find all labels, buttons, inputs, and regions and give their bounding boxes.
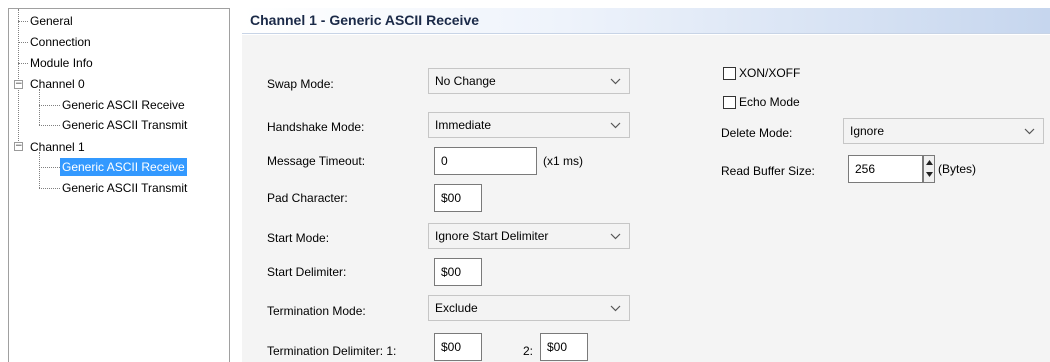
- termination-mode-select[interactable]: Exclude: [428, 295, 630, 321]
- collapse-icon[interactable]: −: [14, 80, 23, 89]
- termination-delimiter-2-label: 2:: [523, 344, 534, 358]
- chevron-down-icon: [609, 224, 621, 248]
- tree-connector: [39, 152, 40, 188]
- start-delimiter-value: $00: [441, 265, 462, 279]
- triangle-down-icon: [926, 172, 933, 177]
- tree-item-ch0-generic-ascii-receive[interactable]: Generic ASCII Receive: [60, 96, 187, 114]
- delete-mode-select[interactable]: Ignore: [843, 118, 1044, 144]
- tree-connector: [39, 105, 60, 106]
- chevron-down-icon: [609, 113, 621, 137]
- spin-up-button[interactable]: [924, 156, 934, 169]
- read-buffer-size-unit: (Bytes): [938, 162, 977, 176]
- termination-delimiter-2-value: $00: [547, 340, 568, 354]
- echo-mode-checkbox[interactable]: [723, 96, 736, 109]
- chevron-down-icon: [609, 69, 621, 93]
- page-header: Channel 1 - Generic ASCII Receive: [242, 8, 1050, 34]
- delete-mode-value: Ignore: [850, 124, 885, 138]
- termination-delimiter-1-value: $00: [441, 340, 462, 354]
- message-timeout-input[interactable]: 0: [434, 147, 537, 175]
- swap-mode-label: Swap Mode:: [267, 77, 334, 91]
- tree-connector: [18, 63, 28, 64]
- handshake-mode-label: Handshake Mode:: [267, 120, 365, 134]
- tree-connector: [39, 188, 60, 189]
- termination-delimiter-2-input[interactable]: $00: [540, 333, 588, 361]
- tree-item-channel-1[interactable]: Channel 1: [28, 138, 87, 156]
- tree-item-ch0-generic-ascii-transmit[interactable]: Generic ASCII Transmit: [60, 116, 189, 134]
- termination-delimiter-1-input[interactable]: $00: [434, 333, 482, 361]
- handshake-mode-select[interactable]: Immediate: [428, 112, 630, 138]
- collapse-icon[interactable]: −: [14, 142, 23, 151]
- read-buffer-size-label: Read Buffer Size:: [721, 164, 815, 178]
- read-buffer-size-value: 256: [855, 162, 876, 176]
- message-timeout-unit: (x1 ms): [543, 154, 583, 168]
- delete-mode-label: Delete Mode:: [721, 126, 793, 140]
- swap-mode-value: No Change: [435, 74, 496, 88]
- start-mode-select[interactable]: Ignore Start Delimiter: [428, 223, 630, 249]
- pad-character-input[interactable]: $00: [434, 184, 482, 212]
- read-buffer-size-spinner[interactable]: [923, 155, 935, 183]
- swap-mode-select[interactable]: No Change: [428, 68, 630, 94]
- tree-item-module-info[interactable]: Module Info: [28, 54, 95, 72]
- tree-item-ch1-generic-ascii-transmit[interactable]: Generic ASCII Transmit: [60, 179, 189, 197]
- chevron-down-icon: [1023, 119, 1035, 143]
- tree-connector: [39, 125, 60, 126]
- tree-connector: [18, 42, 28, 43]
- tree-connector: [39, 89, 40, 125]
- settings-panel: Swap Mode: No Change Handshake Mode: Imm…: [242, 35, 1050, 362]
- xon-xoff-label[interactable]: XON/XOFF: [739, 66, 800, 80]
- module-tree[interactable]: − − General Connection Module Info Chann…: [8, 8, 230, 362]
- start-mode-label: Start Mode:: [267, 231, 330, 245]
- echo-mode-label[interactable]: Echo Mode: [739, 95, 800, 109]
- termination-mode-label: Termination Mode:: [267, 304, 366, 318]
- xon-xoff-checkbox[interactable]: [723, 67, 736, 80]
- termination-delimiter-label: Termination Delimiter: 1:: [267, 344, 397, 358]
- message-timeout-label: Message Timeout:: [267, 154, 366, 168]
- termination-mode-value: Exclude: [435, 301, 478, 315]
- tree-item-general[interactable]: General: [28, 12, 75, 30]
- tree-connector: [39, 167, 60, 168]
- tree-connector: [18, 21, 28, 22]
- start-delimiter-input[interactable]: $00: [434, 258, 482, 286]
- tree-item-channel-0[interactable]: Channel 0: [28, 75, 87, 93]
- message-timeout-value: 0: [441, 154, 448, 168]
- start-delimiter-label: Start Delimiter:: [267, 265, 347, 279]
- tree-connector: [18, 9, 19, 143]
- start-mode-value: Ignore Start Delimiter: [435, 229, 549, 243]
- tree-item-connection[interactable]: Connection: [28, 33, 93, 51]
- pad-character-label: Pad Character:: [267, 191, 348, 205]
- pad-character-value: $00: [441, 191, 462, 205]
- triangle-up-icon: [926, 160, 933, 165]
- tree-item-ch1-generic-ascii-receive[interactable]: Generic ASCII Receive: [60, 158, 187, 176]
- read-buffer-size-input[interactable]: 256: [848, 155, 923, 183]
- page-title: Channel 1 - Generic ASCII Receive: [250, 12, 480, 28]
- spin-down-button[interactable]: [924, 169, 934, 182]
- chevron-down-icon: [609, 296, 621, 320]
- handshake-mode-value: Immediate: [435, 118, 492, 132]
